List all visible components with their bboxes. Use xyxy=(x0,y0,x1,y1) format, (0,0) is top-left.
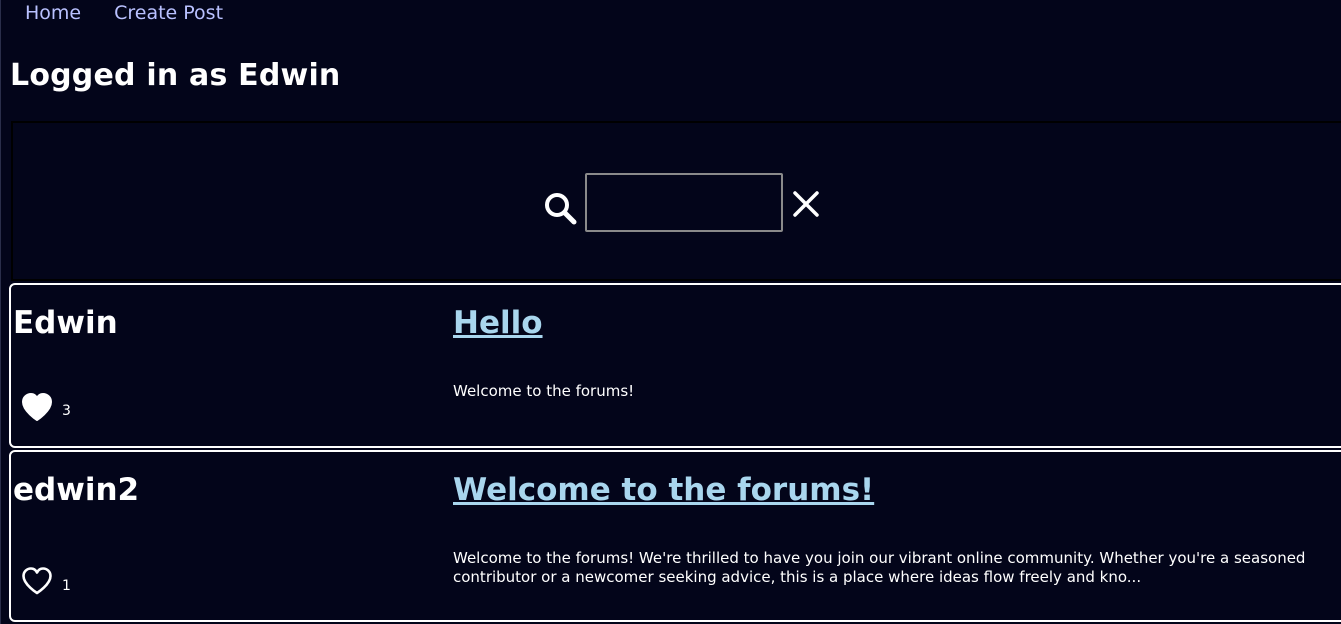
post-author: edwin2 xyxy=(13,472,140,508)
post-title-link[interactable]: Welcome to the forums! xyxy=(453,472,874,508)
search-input[interactable] xyxy=(585,173,783,232)
post-title-link[interactable]: Hello xyxy=(453,305,543,341)
post-card: edwin2 Welcome to the forums! Welcome to… xyxy=(9,450,1341,622)
page-title: Logged in as Edwin xyxy=(10,58,341,93)
search-icon xyxy=(545,193,577,225)
post-body: Welcome to the forums! xyxy=(453,382,635,400)
post-card: Edwin Hello Welcome to the forums! 3 xyxy=(9,283,1341,448)
heart-filled-icon[interactable] xyxy=(21,392,53,422)
nav-home-link[interactable]: Home xyxy=(25,2,81,24)
top-nav: Home Create Post xyxy=(25,2,223,24)
like-count: 3 xyxy=(62,403,71,419)
heart-outline-icon[interactable] xyxy=(21,566,53,596)
search-panel xyxy=(11,121,1341,281)
post-body: Welcome to the forums! We're thrilled to… xyxy=(453,549,1306,586)
close-icon[interactable] xyxy=(791,189,821,219)
forum-page: Home Create Post Logged in as Edwin Edwi… xyxy=(0,0,1341,624)
like-count: 1 xyxy=(62,578,71,594)
nav-create-post-link[interactable]: Create Post xyxy=(114,2,223,24)
post-author: Edwin xyxy=(13,305,118,341)
